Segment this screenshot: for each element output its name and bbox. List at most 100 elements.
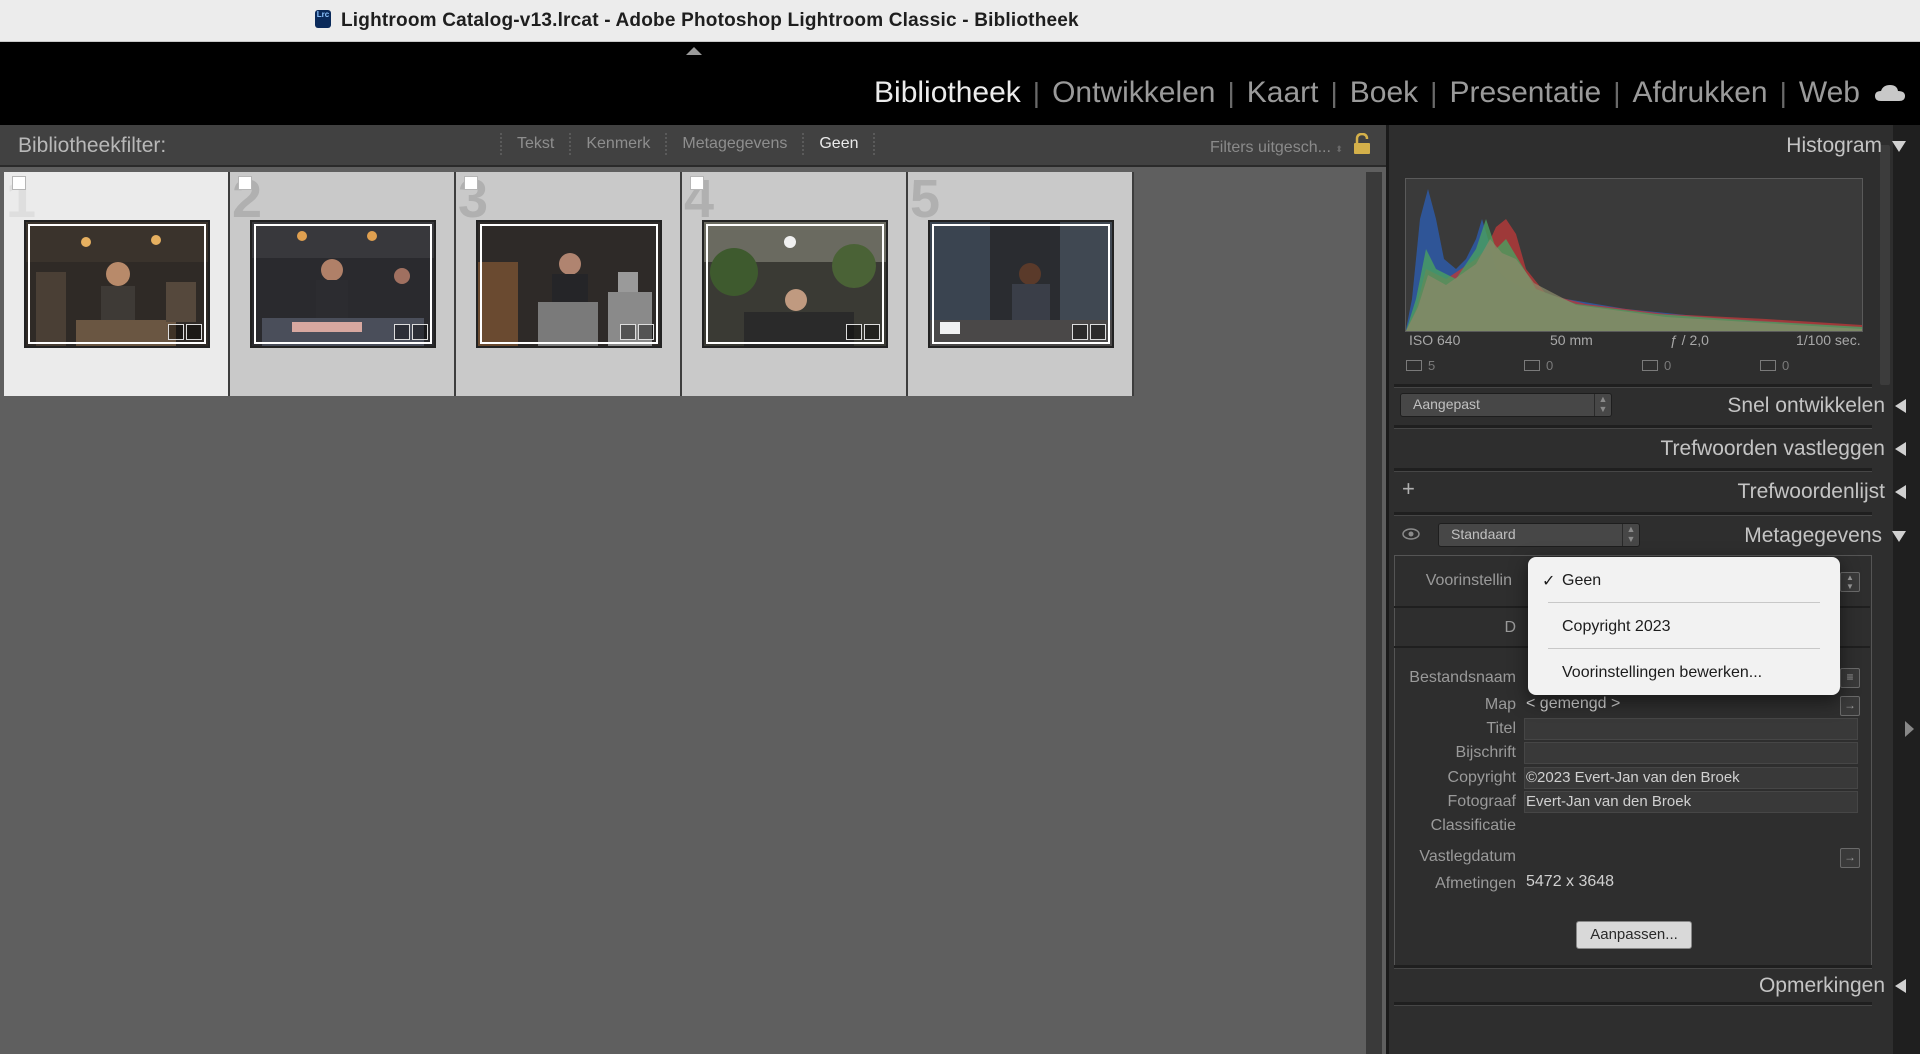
panel-divider bbox=[1394, 425, 1872, 429]
module-separator: | bbox=[1779, 77, 1787, 108]
copyright-value[interactable]: ©2023 Evert-Jan van den Broek bbox=[1526, 769, 1740, 786]
filter-presets-value: Filters uitgesch... bbox=[1210, 139, 1331, 156]
crop-badge-icon bbox=[620, 324, 636, 340]
capture-date-goto-icon[interactable]: → bbox=[1840, 848, 1860, 868]
photo-thumbnail[interactable] bbox=[476, 220, 662, 348]
module-book[interactable]: Boek bbox=[1338, 76, 1430, 110]
eye-icon[interactable] bbox=[1402, 528, 1420, 540]
popup-item-none[interactable]: Geen bbox=[1562, 572, 1601, 590]
popup-item-edit-presets[interactable]: Voorinstellingen bewerken... bbox=[1562, 664, 1762, 682]
module-print[interactable]: Afdrukken bbox=[1620, 76, 1779, 110]
customize-button[interactable]: Aanpassen... bbox=[1576, 921, 1692, 949]
panel-divider bbox=[1394, 512, 1872, 516]
module-develop[interactable]: Ontwikkelen bbox=[1040, 76, 1227, 110]
grid-cell[interactable]: 2 bbox=[230, 169, 456, 396]
crop-badge-icon bbox=[1072, 324, 1088, 340]
module-library[interactable]: Bibliotheek bbox=[862, 76, 1033, 110]
original-plus-preview-count[interactable]: 0 bbox=[1642, 358, 1671, 373]
metadata-view-select[interactable]: Standaard ▲ ▼ bbox=[1438, 523, 1640, 547]
creator-value[interactable]: Evert-Jan van den Broek bbox=[1526, 793, 1691, 810]
filter-tab-metadata[interactable]: Metagegevens bbox=[665, 133, 802, 155]
keyword-list-title: Trefwoordenlijst bbox=[1737, 480, 1885, 503]
filename-edit-icon[interactable]: ≡ bbox=[1840, 668, 1860, 688]
select-arrows-icon: ▲ ▼ bbox=[1594, 394, 1611, 416]
module-separator: | bbox=[1430, 77, 1438, 108]
pick-flag-icon[interactable] bbox=[690, 176, 704, 190]
panel-header-quick-develop[interactable]: Snel ontwikkelen bbox=[1727, 394, 1906, 418]
right-panel-scrollbar[interactable] bbox=[1877, 125, 1893, 1054]
photo-thumbnail[interactable] bbox=[24, 220, 210, 348]
pick-flag-icon[interactable] bbox=[464, 176, 478, 190]
photo-thumbnail[interactable] bbox=[928, 220, 1114, 348]
smart-preview-icon bbox=[1524, 360, 1540, 371]
dimensions-label: Afmetingen bbox=[1435, 875, 1516, 892]
filter-presets-select[interactable]: Filters uitgesch... ⬍ bbox=[1210, 139, 1343, 157]
module-separator: | bbox=[1330, 77, 1338, 108]
module-separator: | bbox=[1032, 77, 1041, 108]
add-keyword-icon[interactable]: + bbox=[1402, 476, 1415, 502]
right-panel-edge[interactable] bbox=[1893, 125, 1920, 1054]
folder-label: Map bbox=[1484, 696, 1516, 713]
photo-thumbnail[interactable] bbox=[250, 220, 436, 348]
original-photo-count[interactable]: 5 bbox=[1406, 358, 1435, 373]
cloud-sync-icon[interactable] bbox=[1874, 84, 1906, 102]
missing-photo-icon bbox=[1760, 360, 1776, 371]
title-field[interactable] bbox=[1524, 718, 1858, 740]
menu-divider bbox=[1548, 648, 1820, 649]
lightroom-app-icon: Lrc bbox=[315, 10, 331, 28]
expand-triangle-icon bbox=[1895, 442, 1906, 456]
module-map[interactable]: Kaart bbox=[1235, 76, 1331, 110]
lock-icon[interactable] bbox=[1352, 133, 1372, 155]
grid-cell[interactable]: 4 bbox=[682, 169, 908, 396]
popup-item-copyright-2023[interactable]: Copyright 2023 bbox=[1562, 618, 1671, 636]
grid-cell[interactable]: 5 bbox=[908, 169, 1134, 396]
panel-header-keyword-list[interactable]: Trefwoordenlijst bbox=[1738, 480, 1906, 504]
photo-thumbnail[interactable] bbox=[702, 220, 888, 348]
develop-badge-icon bbox=[864, 324, 880, 340]
metadata-preset-label: Voorinstellin bbox=[1425, 572, 1512, 589]
grid-cell[interactable]: 1 bbox=[4, 169, 230, 396]
smart-preview-count[interactable]: 0 bbox=[1524, 358, 1553, 373]
copyright-label: Copyright bbox=[1447, 769, 1516, 786]
crop-badge-icon bbox=[846, 324, 862, 340]
original-plus-preview-icon bbox=[1642, 360, 1658, 371]
collapse-top-panel-icon[interactable] bbox=[686, 47, 702, 55]
quick-develop-preset-value: Aangepast bbox=[1413, 396, 1480, 412]
missing-count[interactable]: 0 bbox=[1760, 358, 1789, 373]
panel-header-keywording[interactable]: Trefwoorden vastleggen bbox=[1660, 437, 1906, 461]
library-filter-label: Bibliotheekfilter: bbox=[18, 134, 167, 157]
develop-badge-icon bbox=[638, 324, 654, 340]
collapse-triangle-icon bbox=[1892, 140, 1906, 152]
grid-scrollbar[interactable] bbox=[1366, 172, 1382, 1054]
pick-flag-icon[interactable] bbox=[238, 176, 252, 190]
develop-badge-icon bbox=[412, 324, 428, 340]
select-arrows-icon: ⬍ bbox=[1335, 144, 1343, 154]
histogram-aperture: ƒ / 2,0 bbox=[1670, 332, 1709, 348]
module-slideshow[interactable]: Presentatie bbox=[1437, 76, 1613, 110]
module-web[interactable]: Web bbox=[1787, 76, 1872, 110]
original-plus-preview-count-value: 0 bbox=[1664, 358, 1672, 373]
keywording-title: Trefwoorden vastleggen bbox=[1660, 437, 1885, 460]
caption-label: Bijschrift bbox=[1455, 744, 1516, 761]
quick-develop-preset-select[interactable]: Aangepast ▲ ▼ bbox=[1400, 393, 1612, 417]
panel-header-metadata[interactable]: Metagegevens bbox=[1744, 524, 1906, 548]
metadata-preset-spinner[interactable]: ▲ ▼ bbox=[1840, 572, 1860, 592]
filter-tab-attribute[interactable]: Kenmerk bbox=[569, 133, 665, 155]
grid-cell[interactable]: 3 bbox=[456, 169, 682, 396]
scrollbar-thumb[interactable] bbox=[1880, 145, 1890, 385]
caption-field[interactable] bbox=[1524, 742, 1858, 764]
metadata-d-label: D bbox=[1504, 619, 1516, 636]
metadata-view-value: Standaard bbox=[1451, 526, 1516, 542]
folder-goto-icon[interactable]: → bbox=[1840, 696, 1860, 716]
panel-header-histogram[interactable]: Histogram bbox=[1786, 134, 1906, 158]
window-titlebar: Lrc Lightroom Catalog-v13.lrcat - Adobe … bbox=[0, 0, 1920, 42]
rating-label: Classificatie bbox=[1430, 817, 1516, 834]
panel-header-comments[interactable]: Opmerkingen bbox=[1759, 974, 1906, 998]
filter-tab-text[interactable]: Tekst bbox=[500, 133, 569, 155]
pick-flag-icon[interactable] bbox=[12, 176, 26, 190]
module-separator: | bbox=[1227, 77, 1235, 108]
filter-tab-none[interactable]: Geen bbox=[802, 133, 876, 155]
expand-right-icon[interactable] bbox=[1905, 721, 1914, 737]
histogram-chart[interactable] bbox=[1405, 178, 1863, 332]
filename-label: Bestandsnaam bbox=[1409, 669, 1516, 686]
